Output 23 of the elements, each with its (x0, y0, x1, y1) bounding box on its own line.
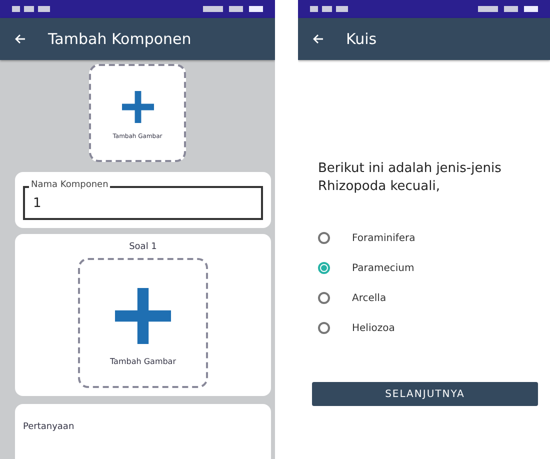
screen-title: Kuis (346, 30, 377, 48)
status-icons (12, 5, 52, 13)
system-icons (478, 5, 538, 13)
field-label: Nama Komponen (29, 180, 110, 191)
answer-option[interactable]: Foraminifera (318, 232, 550, 244)
back-button[interactable] (312, 33, 324, 45)
question-text: Berikut ini adalah jenis-jenis Rhizopoda kecuali, (318, 160, 502, 196)
answer-option[interactable]: Arcella (318, 292, 550, 304)
back-button[interactable] (14, 33, 26, 45)
answer-option[interactable]: Paramecium (318, 262, 550, 274)
system-icons (203, 5, 263, 13)
radio-button[interactable] (318, 322, 330, 334)
status-icons (310, 5, 350, 13)
field-value: 1 (33, 196, 42, 210)
radio-button[interactable] (318, 292, 330, 304)
image-picker[interactable]: Tambah Gambar (78, 258, 208, 388)
radio-button[interactable] (318, 262, 330, 274)
field-label: Pertanyaan (23, 422, 74, 432)
screen-title: Tambah Komponen (48, 30, 192, 48)
answer-option[interactable]: Heliozoa (318, 322, 550, 334)
next-button[interactable]: SELANJUTNYA (312, 382, 538, 406)
card-title: Soal 1 (129, 242, 157, 252)
radio-button[interactable] (318, 232, 330, 244)
